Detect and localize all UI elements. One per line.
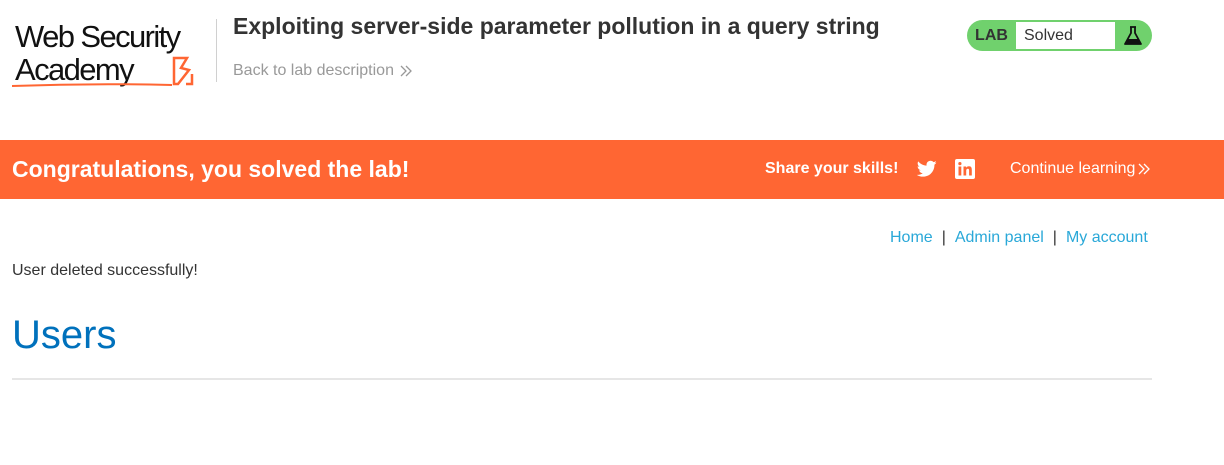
lab-status-widget: LAB Solved [967, 20, 1152, 51]
heading-divider [12, 378, 1152, 380]
back-link-label: Back to lab description [233, 62, 394, 79]
lab-title: Exploiting server-side parameter polluti… [233, 13, 880, 39]
home-link[interactable]: Home [890, 229, 933, 246]
lab-status-text: Solved [1016, 22, 1115, 49]
page-title: Users [12, 313, 117, 357]
banner-message: Congratulations, you solved the lab! [12, 156, 410, 182]
continue-learning-label: Continue learning [1010, 160, 1136, 177]
lab-status-tag: LAB [975, 26, 1008, 44]
header: Web Security Academy Exploiting server-s… [0, 0, 1224, 140]
chevron-double-right-icon [400, 65, 412, 77]
continue-learning-link[interactable]: Continue learning [1010, 160, 1151, 178]
solved-banner: Congratulations, you solved the lab! Sha… [0, 140, 1224, 199]
share-label: Share your skills! [765, 160, 899, 177]
account-navigation: Home | Admin panel | My account [890, 229, 1148, 247]
logo-text-line2: Academy [15, 52, 135, 87]
web-security-academy-logo[interactable]: Web Security Academy [12, 16, 217, 91]
back-to-lab-description-link[interactable]: Back to lab description [233, 62, 412, 80]
linkedin-share-button[interactable] [955, 159, 975, 184]
twitter-share-button[interactable] [916, 160, 937, 183]
flask-icon [1117, 22, 1149, 49]
twitter-icon [916, 160, 937, 177]
nav-separator: | [1052, 229, 1057, 246]
chevron-double-right-icon [1138, 163, 1151, 175]
admin-panel-link[interactable]: Admin panel [955, 229, 1044, 246]
nav-separator: | [941, 229, 946, 246]
linkedin-icon [955, 159, 975, 179]
logo-underline [12, 83, 173, 87]
success-notice: User deleted successfully! [12, 262, 198, 279]
logo-text-line1: Web Security [15, 19, 181, 54]
header-divider [216, 19, 217, 82]
my-account-link[interactable]: My account [1066, 229, 1148, 246]
